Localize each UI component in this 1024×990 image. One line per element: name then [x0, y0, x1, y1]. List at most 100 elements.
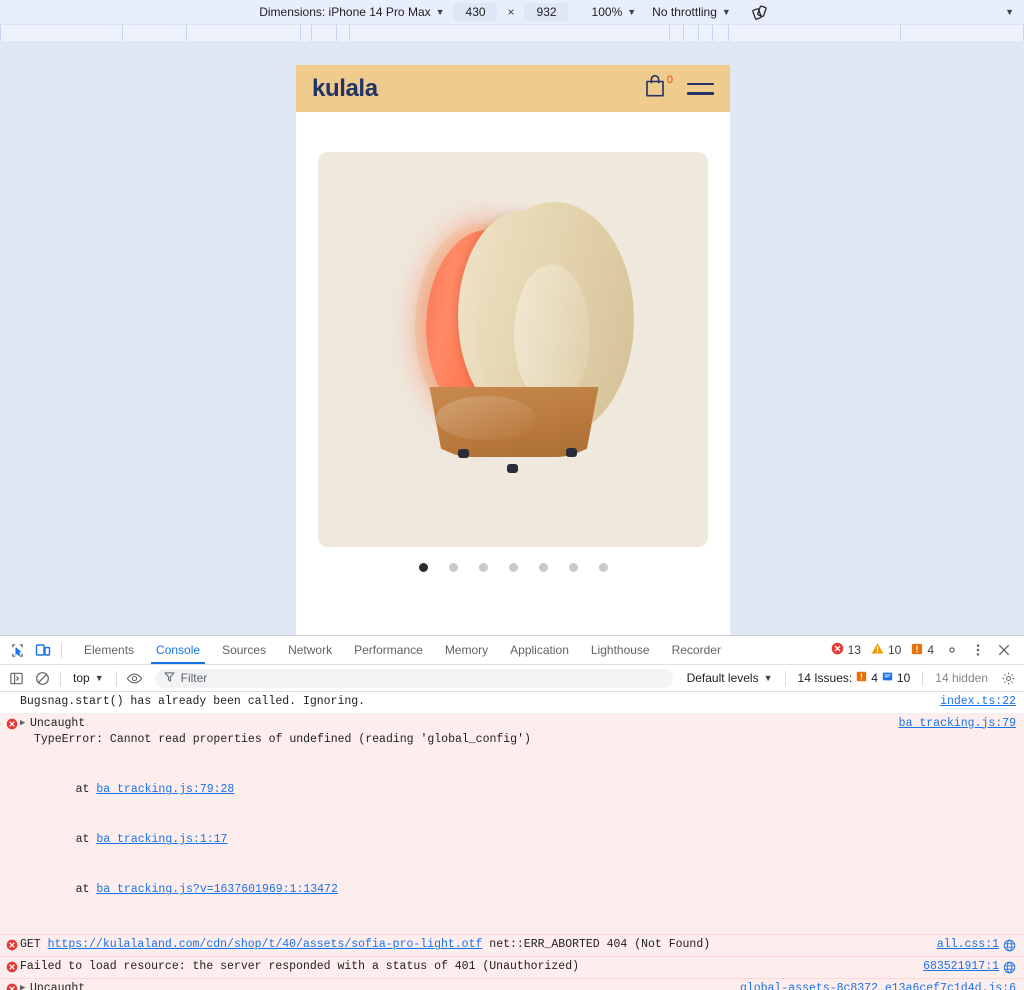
issues-info-count: 10	[897, 671, 910, 685]
tab-elements[interactable]: Elements	[73, 636, 145, 664]
message-source-link[interactable]: all.css:1	[937, 937, 999, 954]
gear-icon[interactable]	[940, 638, 964, 662]
product-image[interactable]	[318, 152, 708, 547]
expand-arrow-icon[interactable]: ▶	[20, 982, 30, 990]
message-source-link[interactable]: index.ts:22	[940, 694, 1016, 711]
stack-source-link[interactable]: ba tracking.js?v=1637601969:1:13472	[96, 883, 338, 896]
warning-triangle-icon	[871, 642, 884, 658]
live-expression-eye-icon[interactable]	[123, 667, 147, 689]
warning-count-value: 10	[888, 643, 901, 657]
devtools-tab-list: Elements Console Sources Network Perform…	[73, 636, 732, 664]
tab-recorder[interactable]: Recorder	[661, 636, 732, 664]
stack-frame: at ba tracking.js?v=1637601969:1:13472	[48, 882, 1016, 899]
error-circle-icon	[6, 983, 18, 990]
rotate-device-icon[interactable]	[750, 2, 770, 22]
zoom-select[interactable]: 100% ▼	[587, 3, 642, 22]
device-dimensions-select[interactable]: Dimensions: iPhone 14 Pro Max ▼	[254, 3, 449, 22]
carousel-dots	[296, 563, 730, 572]
toolbar-more-options-icon[interactable]: ▼	[1005, 7, 1014, 17]
message-text: Failed to load resource: the server resp…	[20, 959, 1016, 976]
dimension-separator: ×	[502, 5, 521, 19]
log-levels-select[interactable]: Default levels ▼	[681, 669, 779, 688]
devtools-tabbar: Elements Console Sources Network Perform…	[0, 636, 1024, 665]
expand-arrow-icon[interactable]: ▶	[20, 717, 30, 730]
console-message-row[interactable]: ▶Uncaught TypeError: Cannot read propert…	[0, 714, 1024, 936]
error-circle-icon	[6, 718, 18, 730]
brand-logo[interactable]: kulala	[312, 75, 378, 103]
hamburger-menu-icon[interactable]	[687, 83, 714, 95]
console-message-row[interactable]: GET https://kulalaland.com/cdn/shop/t/40…	[0, 935, 1024, 957]
tab-lighthouse[interactable]: Lighthouse	[580, 636, 661, 664]
tab-memory[interactable]: Memory	[434, 636, 499, 664]
carousel-dot-5[interactable]	[539, 563, 548, 572]
clear-console-icon[interactable]	[30, 667, 54, 689]
console-message-row[interactable]: Bugsnag.start() has already been called.…	[0, 692, 1024, 714]
viewport-width-input[interactable]	[454, 3, 498, 21]
issue-count-value: 4	[927, 643, 934, 657]
message-source-link[interactable]: 683521917:1	[923, 959, 999, 976]
error-circle-icon	[831, 642, 844, 658]
carousel-dot-7[interactable]	[599, 563, 608, 572]
stack-source-link[interactable]: ba tracking.js:1:17	[96, 833, 227, 846]
site-header: kulala 0	[296, 65, 730, 112]
tab-console[interactable]: Console	[145, 636, 211, 664]
message-source-link[interactable]: ba tracking.js:79	[899, 716, 1016, 733]
console-filter-input[interactable]	[181, 671, 664, 685]
cart-count-badge: 0	[667, 75, 673, 86]
issues-summary-button[interactable]: 14 Issues: 4 10	[792, 671, 917, 685]
console-message-row[interactable]: Failed to load resource: the server resp…	[0, 957, 1024, 979]
message-title: Uncaught	[30, 717, 85, 730]
console-message-list[interactable]: Bugsnag.start() has already been called.…	[0, 692, 1024, 990]
carousel-dot-6[interactable]	[569, 563, 578, 572]
warning-count-badge[interactable]: 10	[867, 642, 905, 658]
devtools-panel: Elements Console Sources Network Perform…	[0, 635, 1024, 990]
carousel-dot-3[interactable]	[479, 563, 488, 572]
filter-funnel-icon	[164, 669, 175, 687]
gear-icon[interactable]	[996, 667, 1020, 689]
message-title: Uncaught	[30, 982, 85, 990]
tab-performance[interactable]: Performance	[343, 636, 434, 664]
chevron-down-icon: ▼	[436, 8, 445, 17]
issues-warning-count: 4	[871, 671, 878, 685]
issue-count-badge[interactable]: 4	[907, 643, 938, 658]
device-mode-toolbar: Dimensions: iPhone 14 Pro Max ▼ × 100% ▼…	[0, 0, 1024, 25]
console-message-row[interactable]: ▶Uncaught TypeError: Cannot read propert…	[0, 979, 1024, 990]
console-sidebar-icon[interactable]	[4, 667, 28, 689]
throttling-select[interactable]: No throttling ▼	[647, 3, 736, 22]
inspect-element-icon[interactable]	[4, 638, 30, 662]
issue-square-icon	[856, 671, 867, 685]
stack-prefix: at	[48, 883, 96, 896]
device-toolbar-icon[interactable]	[30, 638, 56, 662]
request-method-label: GET	[20, 938, 48, 951]
console-filter-box[interactable]	[155, 669, 673, 688]
tab-application[interactable]: Application	[499, 636, 580, 664]
console-filter-toolbar: top ▼ Default levels ▼	[0, 665, 1024, 692]
error-circle-icon	[6, 939, 18, 951]
stack-prefix: at	[48, 783, 96, 796]
tab-sources[interactable]: Sources	[211, 636, 277, 664]
carousel-dot-2[interactable]	[449, 563, 458, 572]
stack-frame: at ba tracking.js:1:17	[48, 832, 1016, 849]
tab-network[interactable]: Network	[277, 636, 343, 664]
network-globe-icon[interactable]	[1003, 961, 1016, 974]
network-globe-icon[interactable]	[1003, 939, 1016, 952]
close-icon[interactable]	[992, 638, 1016, 662]
chevron-down-icon: ▼	[627, 8, 636, 17]
carousel-dot-4[interactable]	[509, 563, 518, 572]
error-circle-icon	[6, 961, 18, 973]
viewport-height-input[interactable]	[525, 3, 569, 21]
error-count-badge[interactable]: 13	[827, 642, 865, 658]
zoom-label: 100%	[592, 5, 623, 19]
stack-prefix: at	[48, 833, 96, 846]
kebab-menu-icon[interactable]	[966, 638, 990, 662]
shopping-bag-icon	[644, 74, 666, 103]
request-url-link[interactable]: https://kulalaland.com/cdn/shop/t/40/ass…	[48, 938, 483, 951]
carousel-dot-1[interactable]	[419, 563, 428, 572]
execution-context-select[interactable]: top ▼	[67, 669, 110, 688]
cart-button[interactable]: 0	[644, 74, 673, 103]
message-detail: TypeError: Cannot read properties of und…	[20, 732, 1016, 749]
log-levels-label: Default levels	[687, 671, 759, 685]
stack-source-link[interactable]: ba tracking.js:79:28	[96, 783, 234, 796]
request-status-text: net::ERR_ABORTED 404 (Not Found)	[482, 938, 710, 951]
message-source-link[interactable]: global-assets-8c8372…e13a6cef7c1d4d.js:6	[740, 981, 1016, 990]
